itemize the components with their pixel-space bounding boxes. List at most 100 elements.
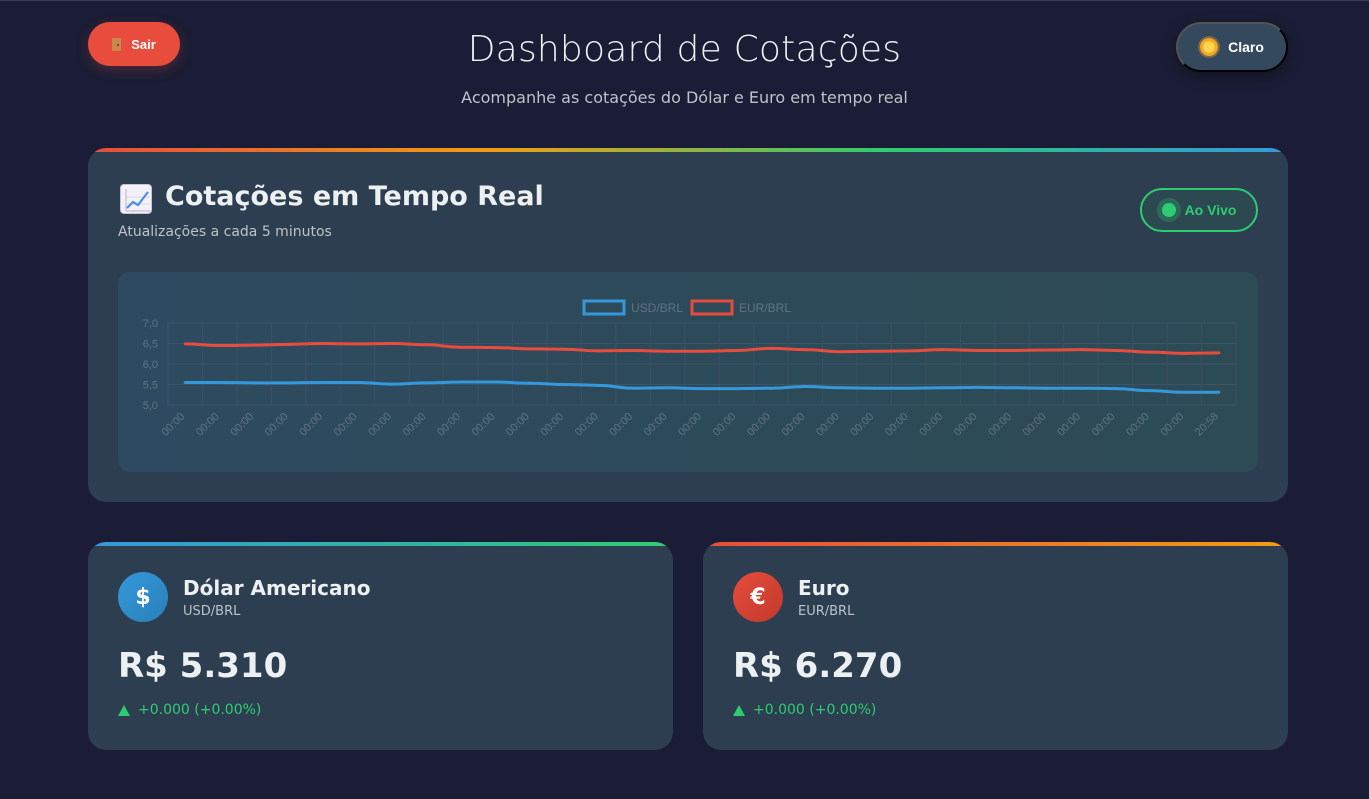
x-tick-label: 00:00 <box>917 411 945 439</box>
data-point <box>941 386 945 390</box>
x-tick-label: 00:00 <box>263 411 291 439</box>
x-tick-label: 00:00 <box>435 411 463 439</box>
data-point <box>459 380 463 384</box>
data-point <box>528 347 532 351</box>
data-point <box>252 343 256 347</box>
data-point <box>562 383 566 386</box>
x-tick-label: 00:00 <box>1158 411 1186 439</box>
data-point <box>1217 351 1221 355</box>
data-point <box>1217 390 1221 394</box>
data-point <box>838 386 842 390</box>
card-accent-bar <box>88 148 1288 152</box>
currency-name: Euro <box>798 576 850 600</box>
legend-label: USD/BRL <box>631 301 683 315</box>
chart-card-title: Cotações em Tempo Real <box>165 181 544 212</box>
data-point <box>1113 387 1117 391</box>
data-point <box>287 381 291 385</box>
theme-toggle-button[interactable]: Claro <box>1176 22 1288 72</box>
y-tick-label: 5,5 <box>143 380 158 392</box>
card-accent-bar <box>88 542 673 546</box>
data-point <box>1045 348 1049 352</box>
live-status-label: Ao Vivo <box>1184 202 1237 218</box>
y-tick-label: 6,5 <box>143 339 158 351</box>
data-point <box>1045 386 1049 390</box>
data-point <box>218 344 222 348</box>
live-dot-icon <box>1161 203 1176 217</box>
legend-swatch <box>690 299 734 316</box>
x-tick-label: 00:00 <box>780 411 808 439</box>
data-point <box>907 349 911 353</box>
data-point <box>1148 389 1152 393</box>
data-point <box>424 381 428 385</box>
x-tick-label: 00:00 <box>711 411 739 439</box>
data-point <box>941 348 945 352</box>
currency-pair: USD/BRL <box>183 604 241 619</box>
arrow-up-icon <box>733 704 745 716</box>
sun-icon <box>1200 38 1219 56</box>
x-tick-label: 00:00 <box>883 411 911 439</box>
legend-label: EUR/BRL <box>739 301 791 315</box>
data-point <box>218 380 222 384</box>
x-tick-label: 00:00 <box>676 411 704 439</box>
change-text: +0.000 (+0.00%) <box>753 702 877 718</box>
x-tick-label: 00:00 <box>366 411 394 439</box>
data-point <box>562 347 566 351</box>
data-point <box>390 382 394 386</box>
data-point <box>734 348 738 352</box>
dollar-icon: $ <box>118 572 168 622</box>
data-point <box>734 387 738 391</box>
theme-toggle-label: Claro <box>1228 39 1264 55</box>
x-tick-label: 00:00 <box>159 411 187 439</box>
data-point <box>803 348 807 352</box>
data-point <box>700 387 704 391</box>
data-point <box>597 349 601 353</box>
euro-icon: € <box>733 572 783 622</box>
data-point <box>1079 386 1083 390</box>
data-point <box>424 343 428 347</box>
x-tick-label: 00:00 <box>952 411 980 439</box>
currency-name: Dólar Americano <box>183 576 371 600</box>
data-point <box>287 342 291 346</box>
data-point <box>666 386 670 390</box>
page-title: Dashboard de Cotações <box>467 29 902 70</box>
change-text: +0.000 (+0.00%) <box>138 702 262 718</box>
x-tick-label: 00:00 <box>814 411 842 439</box>
data-point <box>700 349 704 353</box>
data-point <box>631 386 635 390</box>
data-point <box>907 386 911 390</box>
data-point <box>1182 390 1186 394</box>
chart-card-subtitle: Atualizações a cada 5 minutos <box>118 224 332 240</box>
x-tick-label: 00:00 <box>745 411 773 439</box>
data-point <box>493 346 497 350</box>
quotes-line-chart: 7,0 6,5 6,0 5,5 5,0 00:00 00:00 00:00 00:00 00:00… <box>118 272 1258 472</box>
data-point <box>1079 348 1083 352</box>
x-tick-label: 00:00 <box>332 411 360 439</box>
x-tick-label: 00:00 <box>401 411 429 439</box>
x-tick-label: 00:00 <box>228 411 256 439</box>
x-tick-label: 00:00 <box>607 411 635 439</box>
data-point <box>459 345 463 349</box>
y-tick-label: 6,0 <box>143 359 158 371</box>
x-tick-label: 00:00 <box>986 411 1014 439</box>
x-tick-label: 00:00 <box>642 411 670 439</box>
data-point <box>769 346 773 350</box>
x-tick-label: 00:00 <box>1124 411 1152 439</box>
data-point <box>1113 348 1117 352</box>
data-point <box>803 385 807 389</box>
data-point <box>769 386 773 390</box>
data-point <box>355 380 359 384</box>
x-tick-label: 00:00 <box>504 411 532 439</box>
data-point <box>355 342 359 346</box>
data-point <box>976 385 980 389</box>
legend-swatch <box>582 299 626 316</box>
eur-card: € Euro EUR/BRL R$ 6.270 +0.000 (+0.00%) <box>703 542 1288 750</box>
data-point <box>976 348 980 352</box>
currency-pair: EUR/BRL <box>798 604 855 619</box>
data-point <box>252 381 256 385</box>
data-point <box>528 381 532 385</box>
chart-canvas: 7,06,56,05,55,000:00 00:00 00:00 00:00 00:00… <box>143 299 1237 439</box>
data-point <box>838 350 842 354</box>
data-point <box>631 348 635 352</box>
data-point <box>872 349 876 353</box>
x-tick-label: 00:00 <box>469 411 497 439</box>
